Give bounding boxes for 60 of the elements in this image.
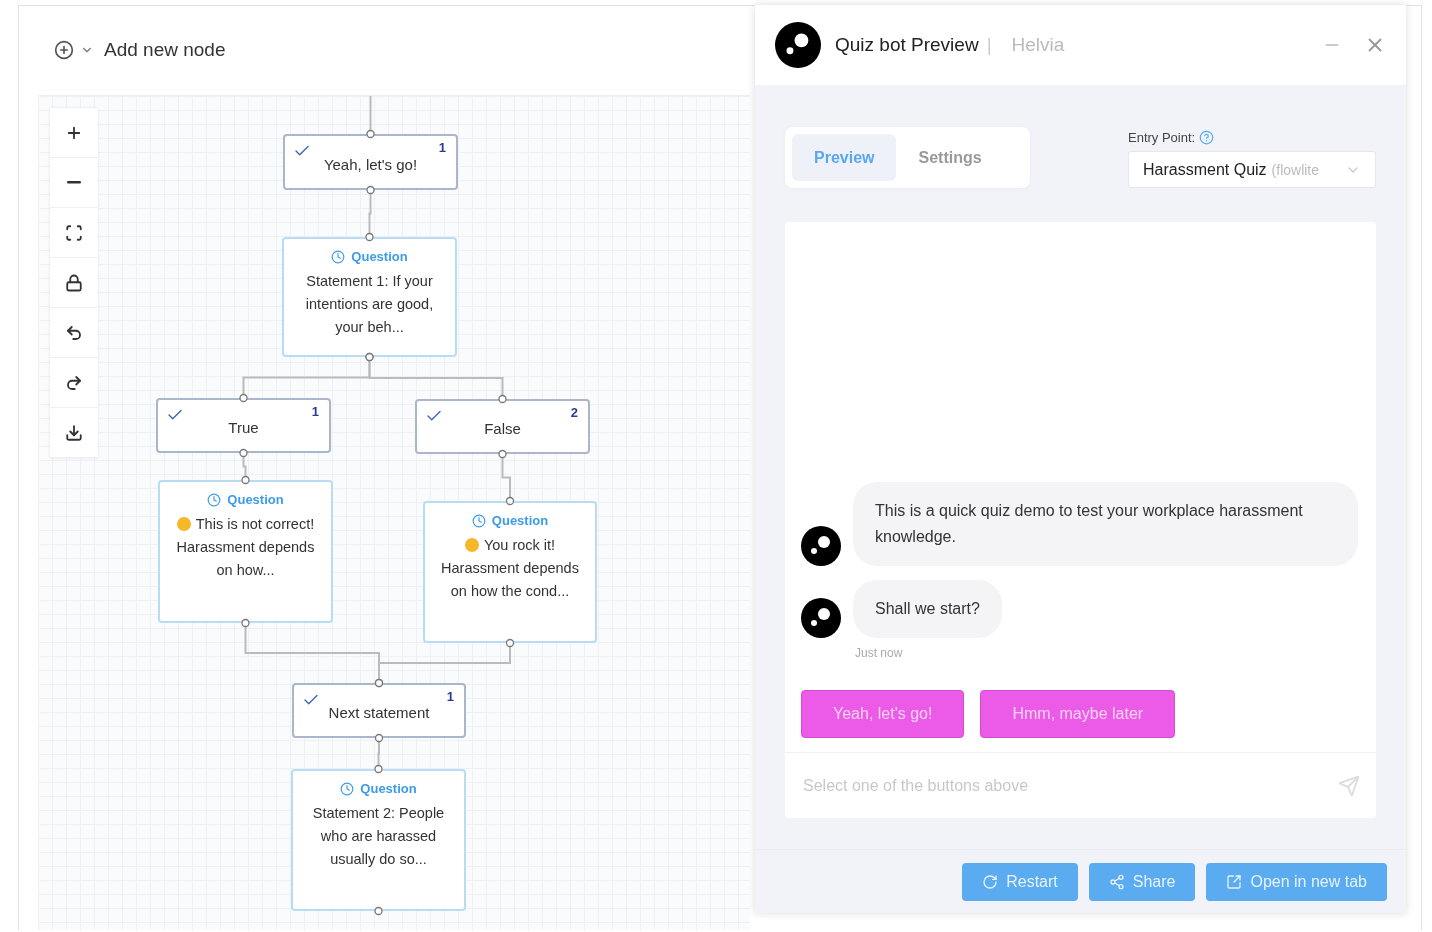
question-node[interactable]: Question You rock it! Harassment depends on how the cond... [423,501,597,643]
message-bubble: This is a quick quiz demo to test your workplace harassment knowledge. [853,482,1358,566]
question-icon [207,492,222,507]
entry-point-select[interactable]: Harassment Quiz (flowlite [1128,151,1376,188]
question-text: This is not correct! Harassment depends on how... [175,515,316,580]
question-node[interactable]: Question Statement 2: People who are harassed usually do so... [291,769,466,911]
help-icon[interactable] [1199,130,1215,145]
question-node[interactable]: Question Statement 1: If your intentions are good, your beh... [282,237,457,357]
option-node[interactable]: Next statement 1 [292,683,466,738]
panel-title: Quiz bot Preview [835,34,979,56]
share-icon [1108,873,1125,890]
question-icon [340,781,355,796]
count-label: 1 [311,404,319,419]
bot-avatar [801,526,841,566]
bot-avatar [775,22,821,68]
question-icon [471,513,486,528]
connector-line [239,448,250,485]
entry-point-label: Entry Point: [1128,130,1196,145]
lock-button[interactable] [50,258,98,308]
count-label: 2 [570,405,578,420]
download-icon [65,423,83,442]
option-label: False [484,420,521,437]
brand-name: Helvia [1011,34,1065,56]
node-type-label: Question [227,492,284,507]
message-bubble: Shall we start? [853,580,1002,638]
count-label: 1 [438,140,446,155]
redo-button[interactable] [50,358,98,408]
connector-line [374,733,384,774]
title-separator: | [986,34,992,56]
add-node-label[interactable]: Add new node [104,38,226,61]
question-icon [331,249,346,264]
redo-icon [65,373,83,392]
node-type-label: Question [351,249,408,264]
bot-avatar [801,598,841,638]
option-label: True [228,419,259,436]
question-text: Statement 2: People who are harassed usually do so... [311,804,446,869]
zoom-out-icon [67,181,81,184]
add-circle-icon[interactable] [54,39,74,60]
question-node[interactable]: Question This is not correct! Harassment depends on how... [158,480,333,623]
option-node[interactable]: False 2 [415,399,590,454]
download-button[interactable] [50,408,98,458]
lock-icon [65,273,83,292]
restart-icon [982,873,999,890]
connector-line [498,449,515,506]
timestamp: Just now [855,646,904,660]
node-type-label: Question [491,513,549,528]
connector-line [365,185,375,242]
option-label: Next statement [328,704,430,721]
question-text: You rock it! Harassment depends on how the cond... [440,536,580,601]
connector-handle[interactable] [374,906,383,916]
undo-button[interactable] [50,308,98,358]
node-type-label: Question [360,781,417,796]
option-node[interactable]: Yeah, let's go! 1 [283,134,458,190]
question-text: Statement 1: If your intentions are good, your beh... [304,272,435,337]
fit-view-icon [65,223,83,242]
count-label: 1 [446,689,454,704]
option-label: Yeah, let's go! [323,155,418,173]
external-link-icon [1226,873,1243,890]
undo-icon [65,323,83,342]
option-node[interactable]: True 1 [156,398,331,453]
